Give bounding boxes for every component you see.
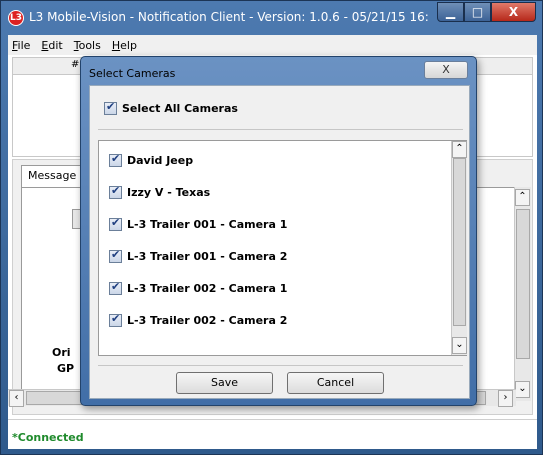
camera-checkbox[interactable]: David Jeep [109, 152, 194, 167]
camera-checkbox[interactable]: L-3 Trailer 002 - Camera 1 [109, 280, 288, 295]
camera-list-scrollbar[interactable]: ⌃ ⌄ [451, 141, 467, 355]
dialog-body: Select All Cameras David Jeep Izzy V - T… [89, 85, 470, 399]
close-button[interactable]: X [491, 2, 536, 22]
save-button[interactable]: Save [176, 372, 273, 394]
camera-label: Izzy V - Texas [127, 186, 211, 199]
status-separator [8, 419, 537, 420]
scroll-up-arrow-icon[interactable]: ⌃ [452, 141, 467, 158]
menu-bar: File Edit Tools Help [8, 35, 537, 55]
title-bar[interactable]: L3 L3 Mobile-Vision - Notification Clien… [1, 1, 542, 31]
select-all-label: Select All Cameras [122, 102, 238, 115]
camera-checkbox[interactable]: Izzy V - Texas [109, 184, 211, 199]
scroll-right-arrow-icon[interactable]: › [498, 390, 513, 407]
maximize-button[interactable]: □ [464, 2, 491, 22]
menu-file[interactable]: File [12, 39, 30, 52]
scroll-left-arrow-icon[interactable]: ‹ [9, 390, 24, 407]
select-all-checkbox[interactable]: Select All Cameras [104, 100, 238, 115]
select-cameras-dialog: Select Cameras X Select All Cameras Davi… [80, 56, 477, 406]
separator [98, 129, 463, 130]
dialog-title: Select Cameras [89, 67, 176, 80]
panel-vertical-scrollbar[interactable]: ⌃ ⌄ [514, 187, 531, 401]
camera-label: L-3 Trailer 002 - Camera 2 [127, 314, 288, 327]
app-logo-icon: L3 [8, 10, 24, 26]
dialog-close-button[interactable]: X [424, 61, 468, 79]
scroll-down-arrow-icon[interactable]: ⌄ [452, 337, 467, 354]
camera-label: L-3 Trailer 001 - Camera 2 [127, 250, 288, 263]
scroll-down-arrow-icon[interactable]: ⌄ [515, 381, 530, 398]
scroll-thumb[interactable] [453, 158, 466, 326]
camera-checkbox[interactable]: L-3 Trailer 001 - Camera 2 [109, 248, 288, 263]
camera-checkbox[interactable]: L-3 Trailer 002 - Camera 2 [109, 312, 288, 327]
tab-message[interactable]: Message [21, 165, 83, 187]
camera-checkbox[interactable]: L-3 Trailer 001 - Camera 1 [109, 216, 288, 231]
connection-status: *Connected [12, 431, 84, 444]
camera-label: L-3 Trailer 002 - Camera 1 [127, 282, 288, 295]
gps-label: GP [57, 362, 75, 375]
window-title: L3 Mobile-Vision - Notification Client -… [29, 10, 429, 24]
column-number-header[interactable]: # [71, 59, 79, 70]
scroll-thumb[interactable] [516, 209, 530, 359]
camera-label: L-3 Trailer 001 - Camera 1 [127, 218, 288, 231]
menu-edit[interactable]: Edit [41, 39, 62, 52]
checkbox-checked-icon[interactable] [109, 248, 122, 263]
menu-tools[interactable]: Tools [74, 39, 101, 52]
cancel-button[interactable]: Cancel [287, 372, 384, 394]
checkbox-checked-icon[interactable] [109, 312, 122, 327]
menu-help[interactable]: Help [112, 39, 137, 52]
camera-list[interactable]: David Jeep Izzy V - Texas L-3 Trailer 00… [98, 140, 467, 356]
checkbox-checked-icon[interactable] [109, 184, 122, 199]
scroll-up-arrow-icon[interactable]: ⌃ [515, 189, 530, 206]
camera-label: David Jeep [127, 154, 194, 167]
origin-label: Ori [52, 346, 71, 359]
checkbox-checked-icon[interactable] [104, 100, 117, 115]
minimize-button[interactable]: ▁ [437, 2, 464, 22]
separator [98, 365, 463, 366]
checkbox-checked-icon[interactable] [109, 280, 122, 295]
checkbox-checked-icon[interactable] [109, 216, 122, 231]
checkbox-checked-icon[interactable] [109, 152, 122, 167]
